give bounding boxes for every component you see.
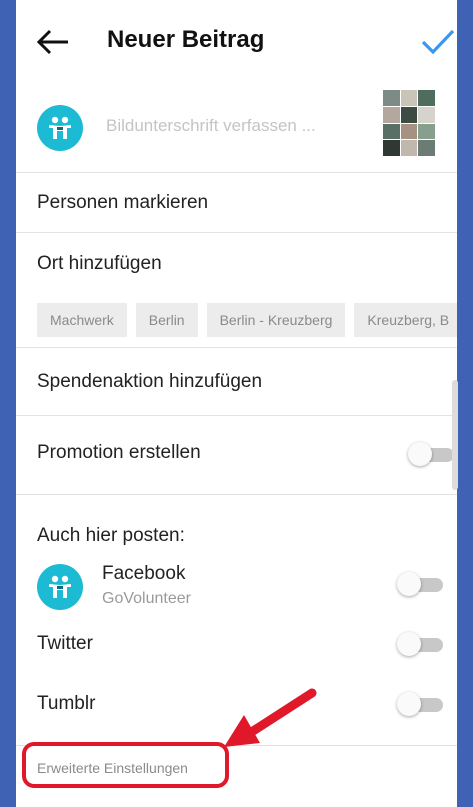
- add-fundraiser-row[interactable]: Spendenaktion hinzufügen: [16, 347, 457, 416]
- create-promotion-row: Promotion erstellen: [16, 416, 457, 495]
- govolunteer-logo-icon: [37, 105, 83, 151]
- location-chip[interactable]: Machwerk: [37, 303, 127, 337]
- top-bar: Neuer Beitrag: [16, 0, 457, 84]
- checkmark-icon[interactable]: [420, 26, 456, 58]
- tag-people-label: Personen markieren: [37, 192, 209, 213]
- highlight-annotation: [22, 742, 229, 788]
- twitter-label: Twitter: [37, 633, 93, 654]
- add-fundraiser-label: Spendenaktion hinzufügen: [37, 371, 263, 392]
- arrow-left-icon[interactable]: [34, 24, 74, 60]
- facebook-toggle[interactable]: [397, 572, 445, 596]
- facebook-account: GoVolunteer: [102, 590, 191, 607]
- caption-row: Bildunterschrift verfassen ...: [16, 86, 457, 173]
- caption-input[interactable]: Bildunterschrift verfassen ...: [106, 116, 316, 136]
- share-heading: Auch hier posten:: [37, 525, 185, 546]
- tumblr-label: Tumblr: [37, 693, 96, 714]
- create-promotion-label: Promotion erstellen: [37, 442, 201, 463]
- post-image-thumbnail: [383, 90, 435, 156]
- new-post-screen: Neuer Beitrag Bildunterschrift verfassen…: [16, 0, 457, 807]
- location-chip[interactable]: Kreuzberg, B: [354, 303, 457, 337]
- twitter-toggle[interactable]: [397, 632, 445, 656]
- scrollbar[interactable]: [452, 380, 458, 490]
- facebook-label: Facebook: [102, 563, 186, 584]
- govolunteer-logo-icon: [37, 564, 83, 610]
- location-chip[interactable]: Berlin: [135, 303, 198, 337]
- location-chip[interactable]: Berlin - Kreuzberg: [206, 303, 346, 337]
- create-promotion-toggle[interactable]: [408, 442, 456, 466]
- tag-people-row[interactable]: Personen markieren: [16, 172, 457, 233]
- tumblr-toggle[interactable]: [397, 692, 445, 716]
- page-title: Neuer Beitrag: [107, 26, 265, 53]
- location-suggestions: Machwerk Berlin Berlin - Kreuzberg Kreuzber…: [37, 303, 457, 337]
- red-arrow-annotation-icon: [224, 688, 317, 747]
- add-location-label[interactable]: Ort hinzufügen: [37, 253, 162, 275]
